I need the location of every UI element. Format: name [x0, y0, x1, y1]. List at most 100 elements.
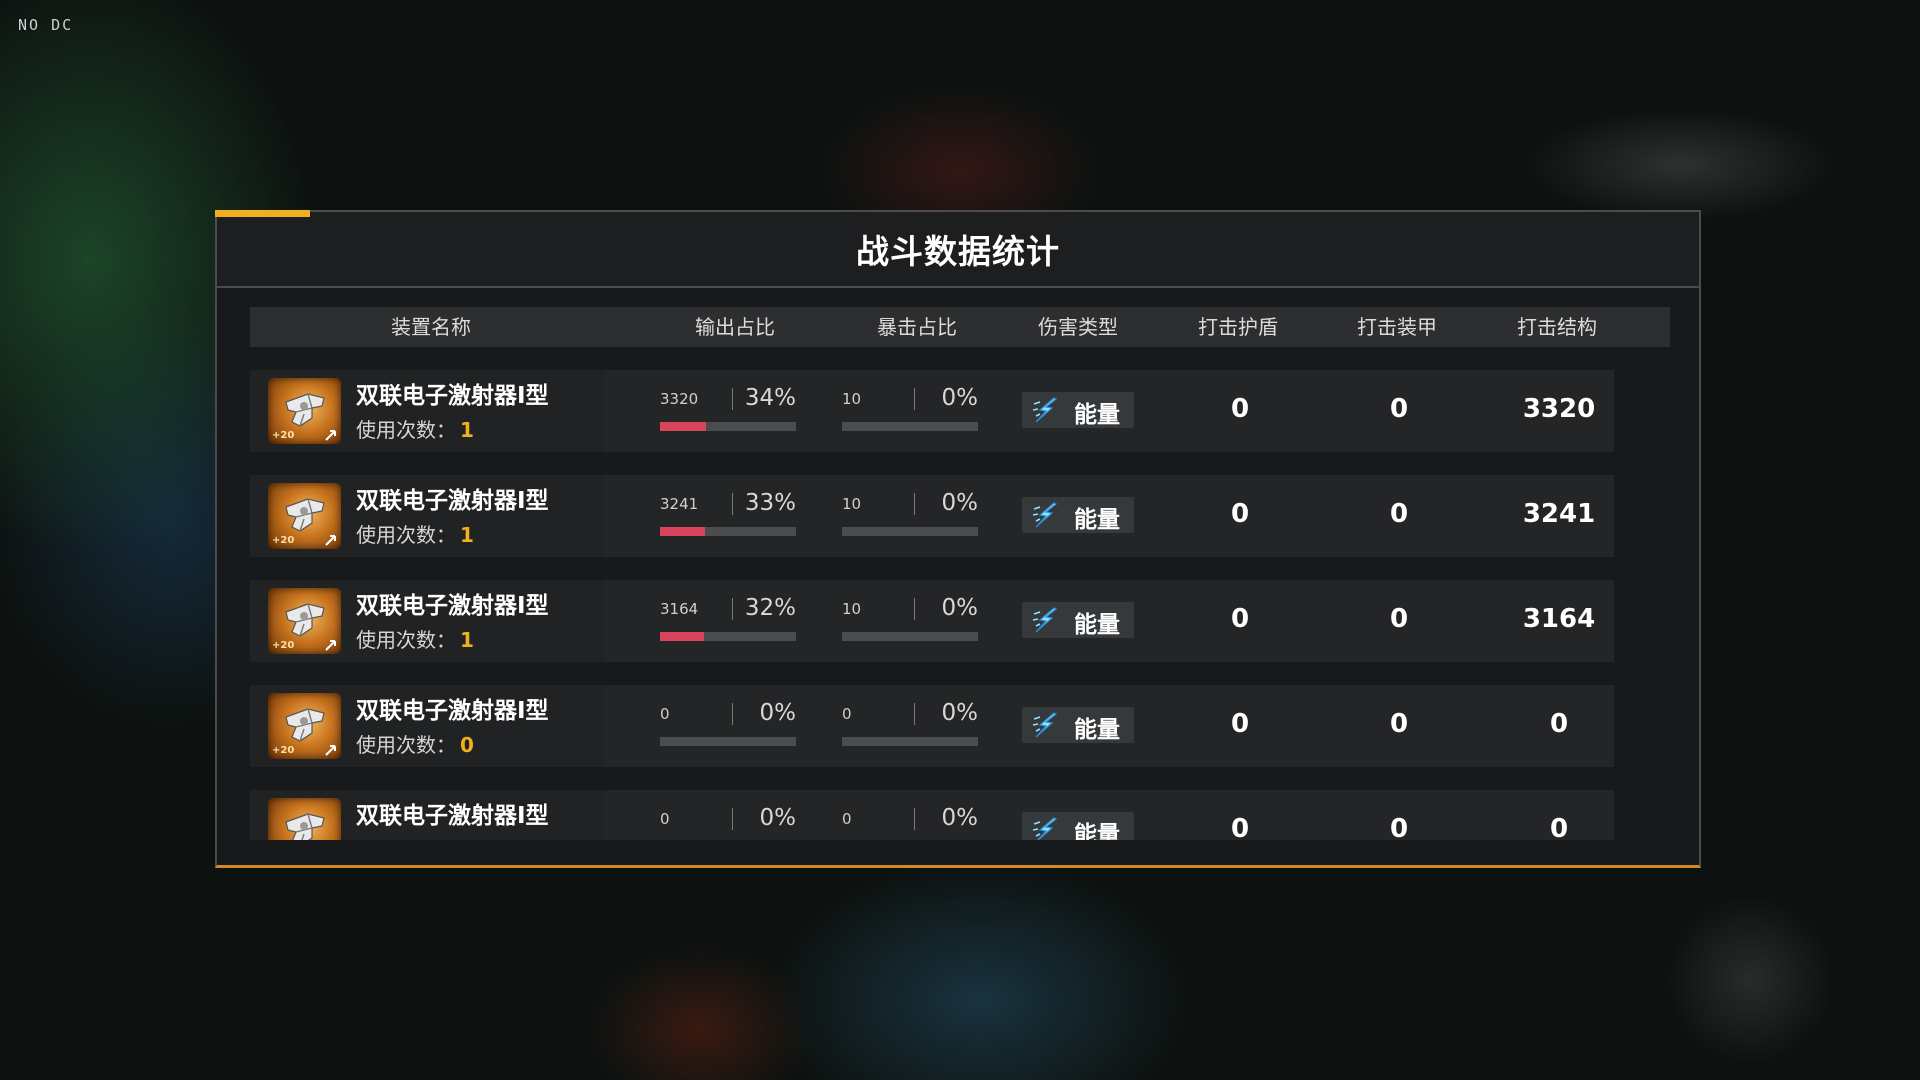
- table-row[interactable]: +20 双联电子激射器I型 使用次数： 1 3320 34% 10 0% 能量 …: [250, 370, 1614, 452]
- output-bar: [660, 527, 796, 536]
- structure-value: 3320: [1522, 394, 1596, 424]
- shield-value: 0: [1230, 394, 1250, 424]
- crit-percent: 0%: [941, 805, 979, 831]
- weapon-name: 双联电子激射器I型: [356, 803, 549, 829]
- table-header: 装置名称 输出占比 暴击占比 伤害类型 打击护盾 打击装甲 打击结构: [250, 307, 1670, 347]
- output-percent: 0%: [759, 805, 797, 831]
- name-cell: +20 双联电子激射器I型 使用次数： 1: [250, 580, 604, 662]
- crit-raw: 10: [842, 495, 862, 513]
- crit-share: 10 0%: [842, 594, 978, 644]
- arrow-icon: [325, 535, 336, 546]
- weapon-icon: +20: [268, 378, 341, 444]
- crit-percent: 0%: [941, 490, 979, 516]
- output-raw: 0: [660, 810, 670, 828]
- damage-type-label: 能量: [1074, 612, 1120, 638]
- divider: [732, 598, 733, 620]
- weapon-icon: +20: [268, 588, 341, 654]
- column-header-crit: 暴击占比: [877, 315, 957, 339]
- arrow-icon: [325, 430, 336, 441]
- icon-level-text: +20: [272, 430, 295, 441]
- output-share: 0 0%: [660, 804, 796, 840]
- usage-count: 使用次数： 1: [356, 624, 474, 653]
- divider: [732, 808, 733, 830]
- crit-raw: 10: [842, 600, 862, 618]
- output-share: 3164 32%: [660, 594, 796, 644]
- table-row[interactable]: +20 双联电子激射器I型 使用次数： 1 3164 32% 10 0% 能量 …: [250, 580, 1614, 662]
- divider: [914, 808, 915, 830]
- column-header-name: 装置名称: [391, 315, 471, 339]
- panel-header: 战斗数据统计: [217, 212, 1699, 288]
- crit-raw: 10: [842, 390, 862, 408]
- crit-bar: [842, 632, 978, 641]
- usage-count: 使用次数：0: [356, 729, 474, 758]
- structure-value: 3164: [1522, 604, 1596, 634]
- output-share: 3241 33%: [660, 489, 796, 539]
- column-header-armor: 打击装甲: [1357, 315, 1437, 339]
- usage-label: 使用次数：: [356, 733, 456, 757]
- structure-value: 0: [1549, 814, 1569, 840]
- output-share: 3320 34%: [660, 384, 796, 434]
- name-cell: +20 双联电子激射器I型 使用次数： 1: [250, 370, 604, 452]
- crit-bar: [842, 527, 978, 536]
- output-percent: 0%: [759, 700, 797, 726]
- damage-type-label: 能量: [1074, 402, 1120, 428]
- column-header-shield: 打击护盾: [1198, 315, 1278, 339]
- panel-title: 战斗数据统计: [856, 232, 1060, 271]
- structure-value: 0: [1549, 709, 1569, 739]
- name-cell: +20 双联电子激射器I型 使用次数： 0: [250, 790, 604, 840]
- crit-share: 0 0%: [842, 699, 978, 749]
- armor-value: 0: [1389, 604, 1409, 634]
- name-cell: +20 双联电子激射器I型 使用次数： 1: [250, 475, 604, 557]
- crit-percent: 0%: [941, 385, 979, 411]
- crit-bar: [842, 737, 978, 746]
- weapon-name: 双联电子激射器I型: [356, 593, 549, 619]
- usage-label: 使用次数：: [356, 418, 456, 442]
- combat-stats-panel: 战斗数据统计 装置名称 输出占比 暴击占比 伤害类型 打击护盾 打击装甲 打击结…: [215, 210, 1701, 868]
- crit-share: 10 0%: [842, 489, 978, 539]
- damage-type-label: 能量: [1074, 507, 1120, 533]
- table-row[interactable]: +20 双联电子激射器I型 使用次数：0 0 0% 0 0%: [250, 685, 1614, 767]
- usage-count: 使用次数： 1: [356, 519, 474, 548]
- shield-value: 0: [1230, 499, 1250, 529]
- output-percent: 33%: [744, 490, 796, 516]
- arrow-icon: [325, 745, 336, 756]
- damage-type-badge: 能量: [1022, 392, 1134, 428]
- crit-share: 10 0%: [842, 384, 978, 434]
- column-header-structure: 打击结构: [1517, 315, 1597, 339]
- armor-value: 0: [1389, 499, 1409, 529]
- crit-bar: [842, 422, 978, 431]
- arrow-icon: [325, 640, 336, 651]
- usage-label: 使用次数：: [356, 838, 456, 840]
- table-row[interactable]: +20 双联电子激射器I型 使用次数：0 0 0% 0 0%: [250, 790, 1614, 840]
- output-bar: [660, 737, 796, 746]
- divider: [914, 493, 915, 515]
- structure-value: 3241: [1522, 499, 1596, 529]
- energy-icon: [1032, 397, 1058, 423]
- shield-value: 0: [1230, 709, 1250, 739]
- crit-percent: 0%: [941, 595, 979, 621]
- output-raw: 3320: [660, 390, 699, 408]
- armor-value: 0: [1389, 814, 1409, 840]
- armor-value: 0: [1389, 709, 1409, 739]
- usage-value: 1: [460, 523, 474, 547]
- icon-level-text: +20: [272, 535, 295, 546]
- armor-value: 0: [1389, 394, 1409, 424]
- output-raw: 3241: [660, 495, 699, 513]
- damage-type-badge: 能量: [1022, 497, 1134, 533]
- energy-icon: [1032, 817, 1058, 840]
- icon-level-text: +20: [272, 640, 295, 651]
- energy-icon: [1032, 502, 1058, 528]
- output-bar: [660, 422, 796, 431]
- output-share: 0 0%: [660, 699, 796, 749]
- damage-type-label: 能量: [1074, 717, 1120, 743]
- stats-row-list[interactable]: +20 双联电子激射器I型 使用次数： 1 3320 34% 10 0% 能量 …: [250, 370, 1650, 840]
- output-raw: 0: [660, 705, 670, 723]
- energy-icon: [1032, 607, 1058, 633]
- damage-type-badge: 能量: [1022, 602, 1134, 638]
- damage-type-badge: 能量: [1022, 812, 1134, 840]
- divider: [914, 703, 915, 725]
- usage-count: 使用次数：0: [356, 834, 474, 840]
- output-percent: 32%: [744, 595, 796, 621]
- output-raw: 3164: [660, 600, 699, 618]
- table-row[interactable]: +20 双联电子激射器I型 使用次数： 1 3241 33% 10 0% 能量 …: [250, 475, 1614, 557]
